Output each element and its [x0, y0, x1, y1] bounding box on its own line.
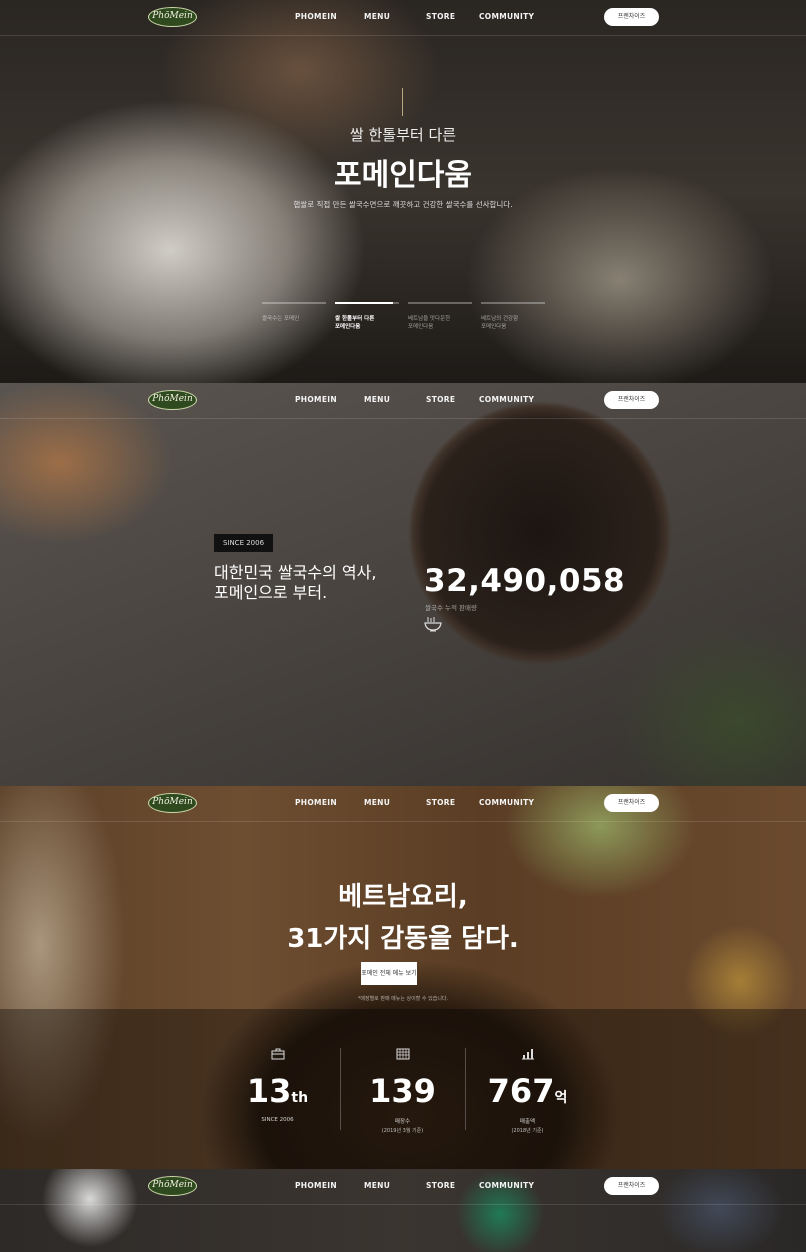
bowl-icon — [424, 617, 442, 632]
nav-phomein[interactable]: PHOMEIN — [295, 798, 337, 807]
nav-store[interactable]: STORE — [426, 1181, 455, 1190]
since-badge: SINCE 2006 — [214, 534, 273, 552]
franchise-button[interactable]: 프랜차이즈 — [604, 391, 659, 409]
history-headline: 대한민국 쌀국수의 역사, 포메인으로 부터. — [214, 563, 376, 603]
history-headline-line2: 포메인으로 부터. — [214, 583, 328, 602]
menu-headline-line1: 베트남요리, — [338, 882, 468, 912]
stat-label: 매출액 — [519, 1119, 536, 1125]
slide-progress-bar — [335, 302, 399, 304]
sales-counter-label: 쌀국수 누적 판매량 — [425, 604, 477, 612]
stat-suffix: th — [291, 1090, 309, 1106]
hero-description: 햅쌀로 직접 만든 쌀국수면으로 깨끗하고 건강한 쌀국수를 선사합니다. — [293, 200, 513, 209]
decorative-divider — [402, 88, 403, 116]
building-icon — [396, 1048, 409, 1060]
stat-suffix: 억 — [554, 1090, 568, 1106]
slide-tab-3[interactable]: 베트남을 맛다운한포메인다움 — [408, 302, 472, 331]
logo[interactable]: PhōMein — [148, 7, 197, 27]
stat-sublabel: (2019년 3월 기준) — [381, 1128, 424, 1134]
hero-title: 포메인다움 — [334, 158, 472, 193]
next-section: PhōMein PHOMEIN MENU STORE COMMUNITY 프랜차… — [0, 1169, 806, 1252]
stat-revenue: 767억 매출액 (2018년 기준) — [465, 1048, 590, 1134]
hero-section: PhōMein PHOMEIN MENU STORE COMMUNITY 프랜차… — [0, 0, 806, 383]
hero-slide-tabs: 쌀국수는 포메인 쌀 한톨부터 다른포메인다움 베트남을 맛다운한포메인다움 베… — [262, 302, 545, 332]
nav-phomein[interactable]: PHOMEIN — [295, 395, 337, 404]
slide-tab-label: 쌀국수는 포메인 — [262, 316, 300, 322]
menu-section: PhōMein PHOMEIN MENU STORE COMMUNITY 프랜차… — [0, 786, 806, 1169]
stat-stores: 139 매장수 (2019년 3월 기준) — [340, 1048, 465, 1134]
franchise-button[interactable]: 프랜차이즈 — [604, 1177, 659, 1195]
nav-community[interactable]: COMMUNITY — [479, 798, 534, 807]
stat-value: 139 — [369, 1072, 436, 1110]
franchise-button[interactable]: 프랜차이즈 — [604, 8, 659, 26]
franchise-button[interactable]: 프랜차이즈 — [604, 794, 659, 812]
slide-tab-label-2: 포메인다움 — [335, 324, 361, 330]
slide-tab-label: 쌀 한톨부터 다른 — [335, 316, 375, 322]
slide-progress-bar — [481, 302, 545, 304]
logo[interactable]: PhōMein — [148, 793, 197, 813]
site-header: PhōMein PHOMEIN MENU STORE COMMUNITY 프랜차… — [0, 0, 806, 36]
logo[interactable]: PhōMein — [148, 1176, 197, 1196]
slide-progress-bar — [262, 302, 326, 304]
view-all-menu-button[interactable]: 포메인 전체 메뉴 보기 — [361, 962, 417, 985]
slide-tab-label: 베트남을 맛다운한 — [408, 316, 451, 322]
slide-tab-1[interactable]: 쌀국수는 포메인 — [262, 302, 326, 323]
briefcase-icon — [271, 1048, 284, 1060]
menu-note: *매장별로 판매 메뉴는 상이할 수 있습니다. — [357, 996, 449, 1002]
stat-label: 매장수 — [394, 1119, 411, 1125]
nav-menu[interactable]: MENU — [364, 798, 390, 807]
nav-store[interactable]: STORE — [426, 395, 455, 404]
slide-tab-label-2: 포메인다움 — [481, 324, 507, 330]
slide-tab-label-2: 포메인다움 — [408, 324, 434, 330]
nav-store[interactable]: STORE — [426, 12, 455, 21]
nav-menu[interactable]: MENU — [364, 12, 390, 21]
nav-community[interactable]: COMMUNITY — [479, 12, 534, 21]
history-section: PhōMein PHOMEIN MENU STORE COMMUNITY 프랜차… — [0, 383, 806, 786]
site-header: PhōMein PHOMEIN MENU STORE COMMUNITY 프랜차… — [0, 1169, 806, 1205]
nav-community[interactable]: COMMUNITY — [479, 395, 534, 404]
stat-label: SINCE 2006 — [261, 1117, 294, 1123]
stat-years: 13th SINCE 2006 — [215, 1048, 340, 1123]
site-header: PhōMein PHOMEIN MENU STORE COMMUNITY 프랜차… — [0, 786, 806, 822]
site-header: PhōMein PHOMEIN MENU STORE COMMUNITY 프랜차… — [0, 383, 806, 419]
stat-value: 767 — [487, 1072, 555, 1110]
nav-menu[interactable]: MENU — [364, 395, 390, 404]
slide-tab-label: 베트남의 건강함 — [481, 316, 519, 322]
slide-tab-4[interactable]: 베트남의 건강함포메인다움 — [481, 302, 545, 331]
logo[interactable]: PhōMein — [148, 390, 197, 410]
menu-headline: 베트남요리, 31가지 감동을 담다. — [0, 876, 806, 960]
nav-phomein[interactable]: PHOMEIN — [295, 1181, 337, 1190]
sales-counter: 32,490,058 — [424, 563, 626, 599]
slide-tab-2[interactable]: 쌀 한톨부터 다른포메인다움 — [335, 302, 399, 331]
nav-phomein[interactable]: PHOMEIN — [295, 12, 337, 21]
stat-sublabel: (2018년 기준) — [511, 1128, 544, 1134]
hero-subtitle: 쌀 한톨부터 다른 — [349, 126, 457, 144]
menu-headline-line2: 31가지 감동을 담다. — [287, 924, 519, 954]
nav-community[interactable]: COMMUNITY — [479, 1181, 534, 1190]
bar-chart-icon — [521, 1049, 534, 1060]
nav-menu[interactable]: MENU — [364, 1181, 390, 1190]
slide-progress-bar — [408, 302, 472, 304]
nav-store[interactable]: STORE — [426, 798, 455, 807]
stat-value: 13 — [246, 1072, 292, 1110]
history-headline-line1: 대한민국 쌀국수의 역사, — [214, 563, 377, 582]
stats-row: 13th SINCE 2006 139 매장수 (2019년 3월 기준) 76… — [215, 1048, 590, 1134]
